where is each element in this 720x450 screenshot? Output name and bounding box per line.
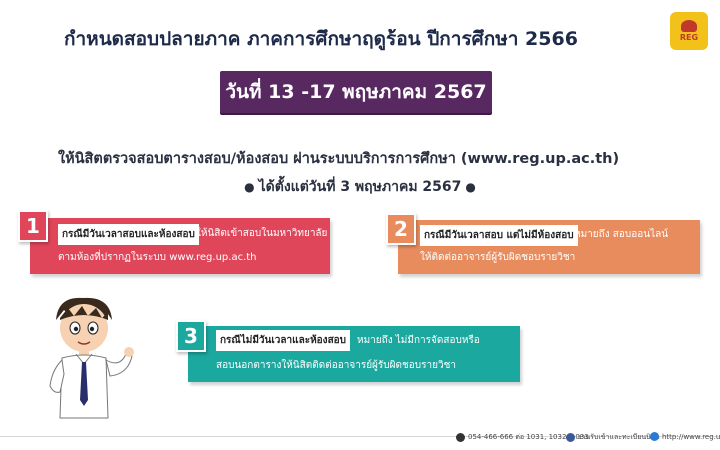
phone-icon — [456, 433, 465, 442]
page-title: กำหนดสอบปลายภาค ภาคการศึกษาฤดูร้อน ปีการ… — [64, 28, 578, 50]
case-tag: กรณีมีวันเวลาสอบและห้องสอบ — [58, 224, 199, 245]
graduation-cap-icon — [681, 20, 697, 32]
logo-text: REG — [679, 33, 699, 42]
website-text: http://www.reg.up.ac.th — [662, 432, 720, 441]
case-line-2: สอบนอกตารางให้นิสิตติดต่ออาจารย์ผู้รับผิ… — [216, 360, 456, 371]
case-line-1: หมายถึง ไม่มีการจัดสอบหรือ — [357, 335, 480, 346]
case-line-1: หมายถึง สอบออนไลน์ — [574, 229, 669, 240]
footer-website: http://www.reg.up.ac.th — [650, 432, 720, 441]
facebook-text: งานรับเข้าและทะเบียนนิสิต — [578, 433, 660, 441]
reg-logo: REG — [670, 12, 708, 50]
footer-facebook: งานรับเข้าและทะเบียนนิสิต — [566, 432, 660, 443]
case-line-2: ให้ติดต่ออาจารย์ผู้รับผิดชอบรายวิชา — [420, 252, 576, 263]
exam-date-banner: วันที่ 13 -17 พฤษภาคม 2567 — [220, 71, 492, 113]
student-character-illustration — [49, 297, 134, 419]
globe-icon — [650, 432, 659, 441]
case-number: 1 — [18, 210, 48, 242]
case-line-1: ให้นิสิตเข้าสอบในมหาวิทยาลัย — [196, 228, 328, 239]
bullet-icon: ● — [465, 180, 476, 194]
case-tag: กรณีมีวันเวลาสอบ แต่ไม่มีห้องสอบ — [420, 225, 578, 246]
since-label: ได้ตั้งแต่วันที่ 3 พฤษภาคม 2567 — [258, 179, 462, 195]
case-tag: กรณีไม่มีวันเวลาและห้องสอบ — [216, 330, 351, 351]
bullet-icon: ● — [244, 180, 255, 194]
footer: 054-466-666 ต่อ 1031, 1032, 1033 งานรับเ… — [0, 428, 720, 450]
facebook-icon — [566, 433, 575, 442]
instruction-text: ให้นิสิตตรวจสอบตารางสอบ/ห้องสอบ ผ่านระบบ… — [58, 151, 620, 167]
case-number: 2 — [386, 213, 416, 245]
case-number: 3 — [176, 320, 206, 352]
available-since-text: ● ได้ตั้งแต่วันที่ 3 พฤษภาคม 2567 ● — [0, 176, 720, 198]
case-line-2: ตามห้องที่ปรากฏในระบบ www.reg.up.ac.th — [58, 252, 257, 263]
